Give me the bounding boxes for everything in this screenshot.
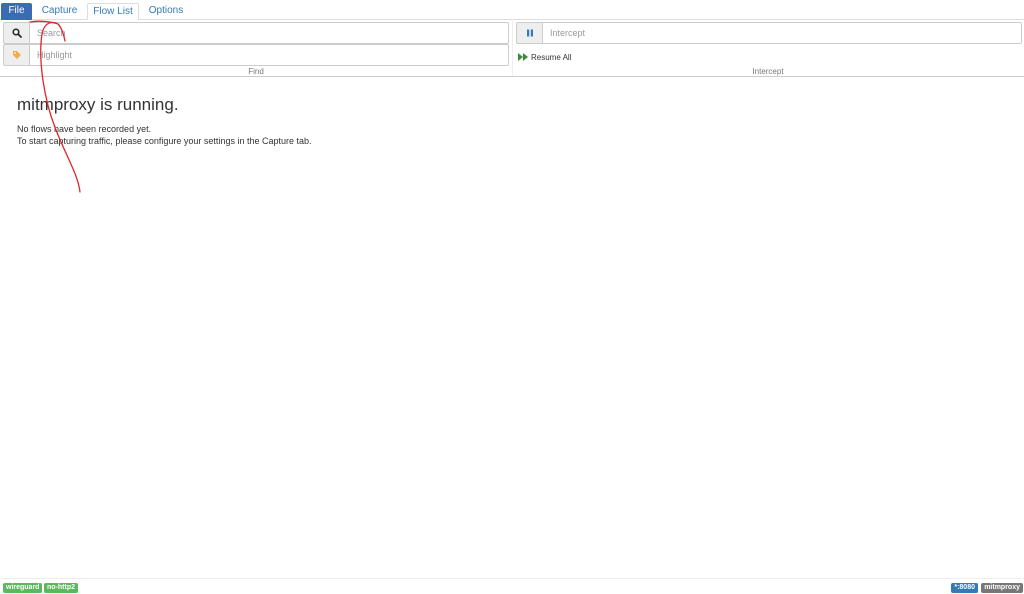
red-annotation-stroke <box>29 20 81 193</box>
tab-file[interactable]: File <box>1 3 32 20</box>
status-badge-port: *:8080 <box>951 583 978 593</box>
page-title: mitmproxy is running. <box>17 95 179 114</box>
menu-divider <box>512 21 513 76</box>
status-bar: wireguard no-http2 *:8080 mitmproxy <box>0 578 1024 594</box>
resume-all-button[interactable]: Resume All <box>518 51 571 63</box>
empty-state: mitmproxy is running. No flows have been… <box>17 95 312 147</box>
tag-icon <box>3 44 29 66</box>
search-group <box>3 22 509 44</box>
intercept-group-label: Intercept <box>752 67 784 76</box>
find-group-label: Find <box>248 67 264 76</box>
highlight-input[interactable] <box>29 44 509 66</box>
empty-message-line-2: To start capturing traffic, please confi… <box>17 136 312 146</box>
pause-icon <box>516 22 542 44</box>
highlight-group <box>3 44 509 66</box>
status-badge-no-http2: no-http2 <box>44 583 78 593</box>
tab-flow-list[interactable]: Flow List <box>87 3 139 20</box>
intercept-group <box>516 22 1022 44</box>
intercept-input[interactable] <box>542 22 1022 44</box>
menu-bottom-border <box>0 76 1024 77</box>
status-badge-app: mitmproxy <box>981 583 1023 593</box>
search-input[interactable] <box>29 22 509 44</box>
empty-message-line-1: No flows have been recorded yet. <box>17 124 152 134</box>
search-icon <box>3 22 29 44</box>
tab-capture[interactable]: Capture <box>36 3 83 20</box>
tab-options[interactable]: Options <box>143 3 189 20</box>
main-tabs: File Capture Flow List Options <box>0 0 1024 20</box>
resume-all-label: Resume All <box>531 52 572 62</box>
status-badge-wireguard: wireguard <box>3 583 43 593</box>
fast-forward-icon <box>518 53 528 61</box>
